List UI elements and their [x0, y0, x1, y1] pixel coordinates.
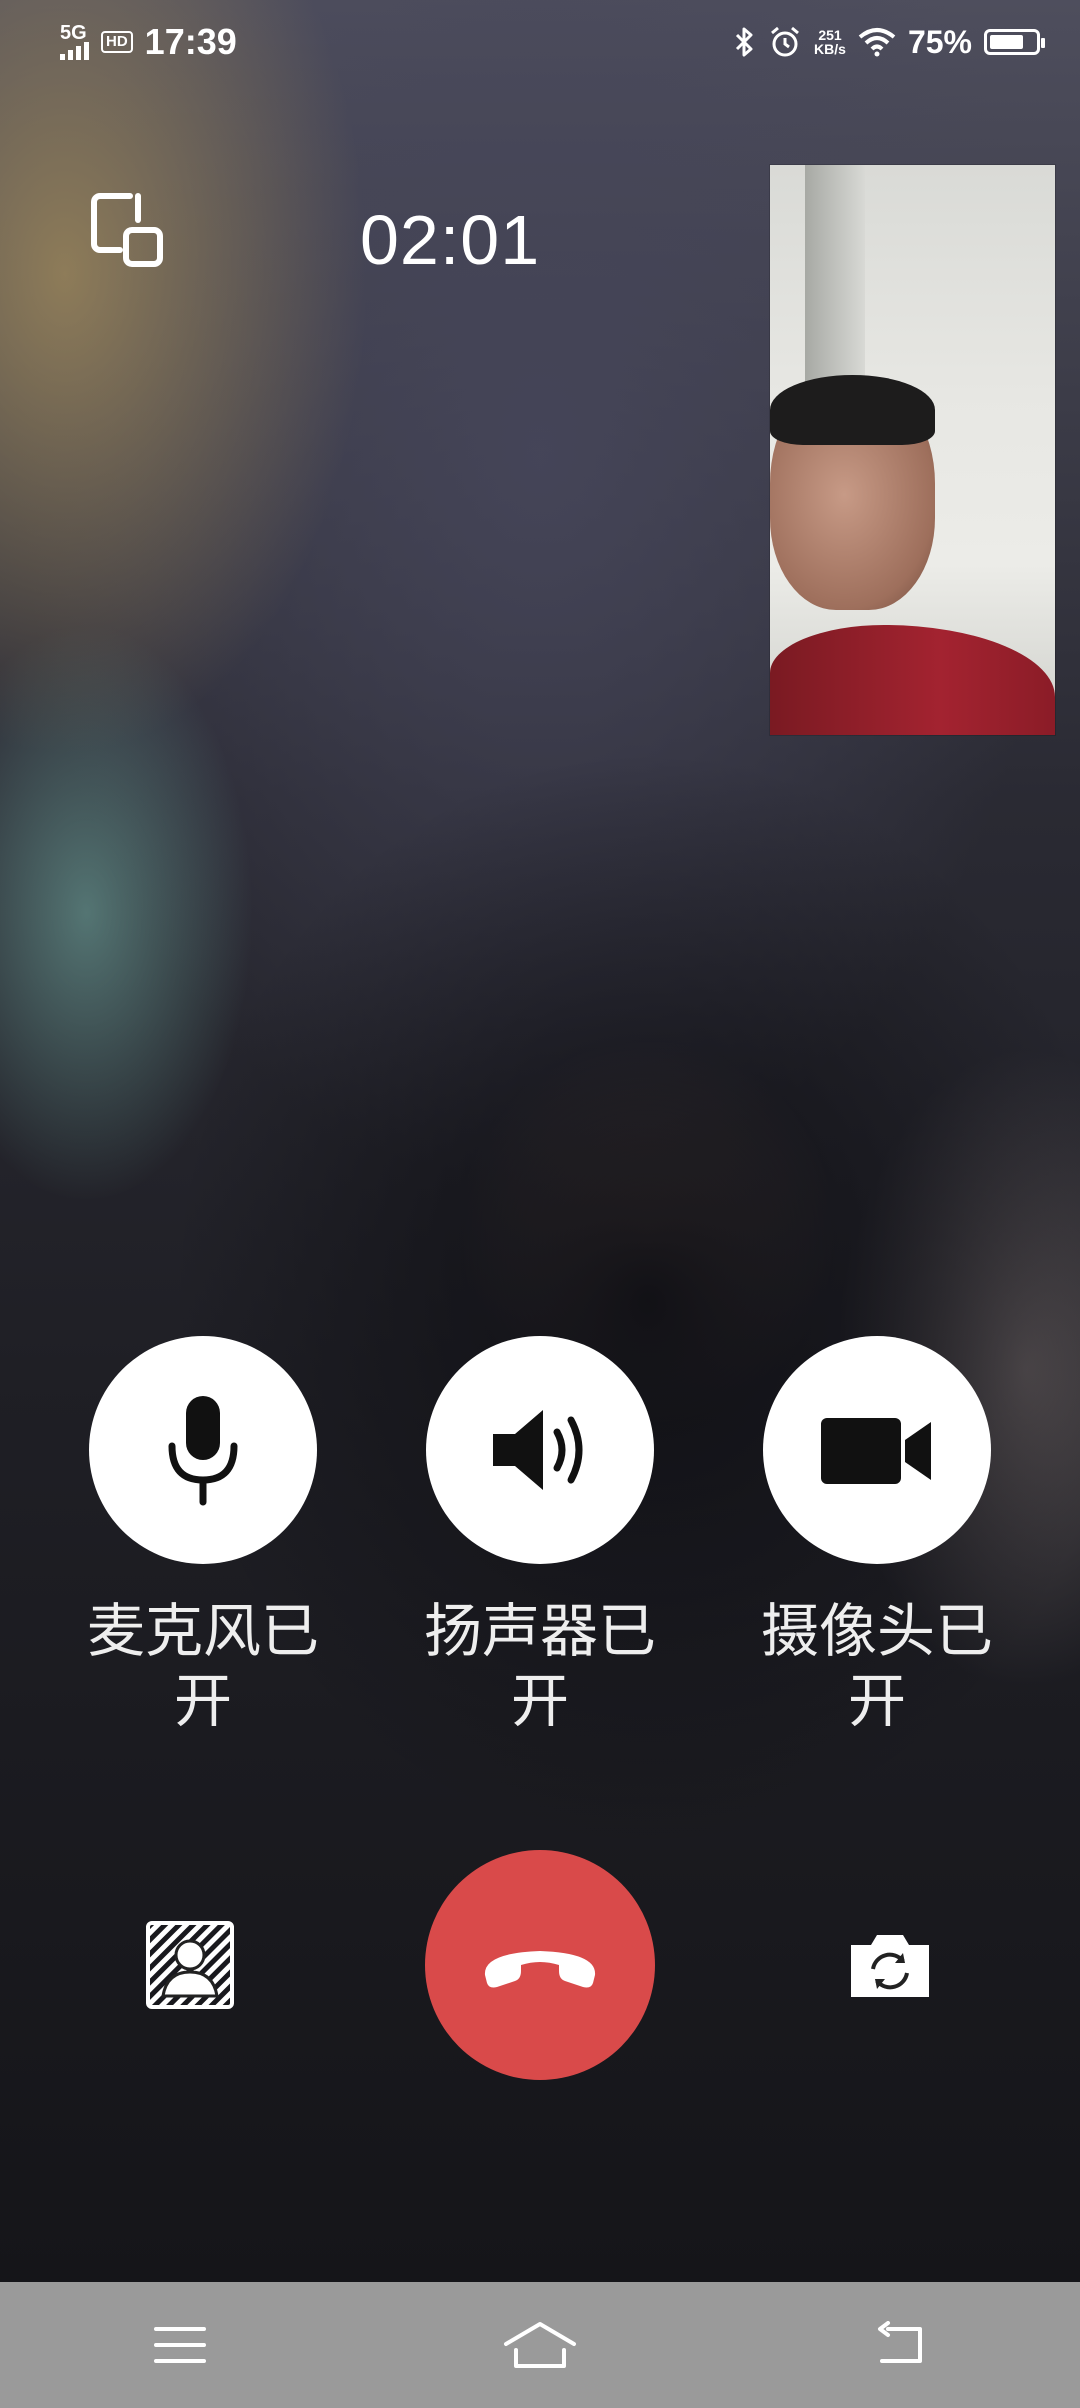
battery-percent: 75% [907, 23, 972, 60]
menu-button[interactable] [135, 2305, 225, 2385]
status-bar: 5G HD 17:39 251 KB/s 75% [0, 0, 1080, 84]
network-speed: 251 KB/s [814, 27, 846, 57]
menu-icon [154, 2327, 206, 2363]
call-timer: 02:01 [360, 201, 541, 279]
camera-toggle[interactable]: 摄像头已开 [761, 1336, 993, 1736]
navigation-bar [0, 2282, 1080, 2408]
flip-camera-button[interactable] [840, 1915, 940, 2015]
flip-camera-icon [851, 1935, 929, 1997]
avatar-blur-button[interactable] [140, 1915, 240, 2015]
hang-up-button[interactable] [425, 1850, 655, 2080]
signal-indicator: 5G [60, 23, 89, 60]
speaker-label: 扬声器已开 [423, 1597, 656, 1735]
microphone-label: 麦克风已开 [86, 1597, 319, 1735]
wifi-icon [858, 28, 896, 57]
speaker-toggle[interactable]: 扬声器已开 [424, 1336, 656, 1736]
hd-badge: HD [101, 31, 133, 53]
home-button[interactable] [495, 2305, 585, 2385]
bluetooth-icon [735, 27, 753, 57]
camera-button[interactable] [763, 1336, 991, 1564]
microphone-button[interactable] [89, 1336, 317, 1564]
switch-window-icon [91, 193, 163, 267]
camera-label: 摄像头已开 [760, 1597, 993, 1735]
microphone-toggle[interactable]: 麦克风已开 [87, 1336, 319, 1736]
avatar-blur-icon [146, 1921, 234, 2009]
home-icon [504, 2322, 576, 2368]
alarm-icon [771, 26, 800, 57]
back-icon [878, 2321, 922, 2363]
local-video-preview[interactable] [770, 165, 1055, 735]
signal-bars-icon [60, 38, 89, 60]
status-time: 17:39 [144, 21, 237, 62]
speaker-icon [493, 1410, 583, 1490]
microphone-icon [168, 1396, 238, 1506]
back-button[interactable] [855, 2305, 945, 2385]
battery-icon [984, 29, 1045, 55]
speaker-button[interactable] [426, 1336, 654, 1564]
switch-window-button[interactable] [86, 188, 170, 272]
hang-up-icon [484, 1951, 596, 1988]
video-camera-icon [821, 1418, 931, 1484]
